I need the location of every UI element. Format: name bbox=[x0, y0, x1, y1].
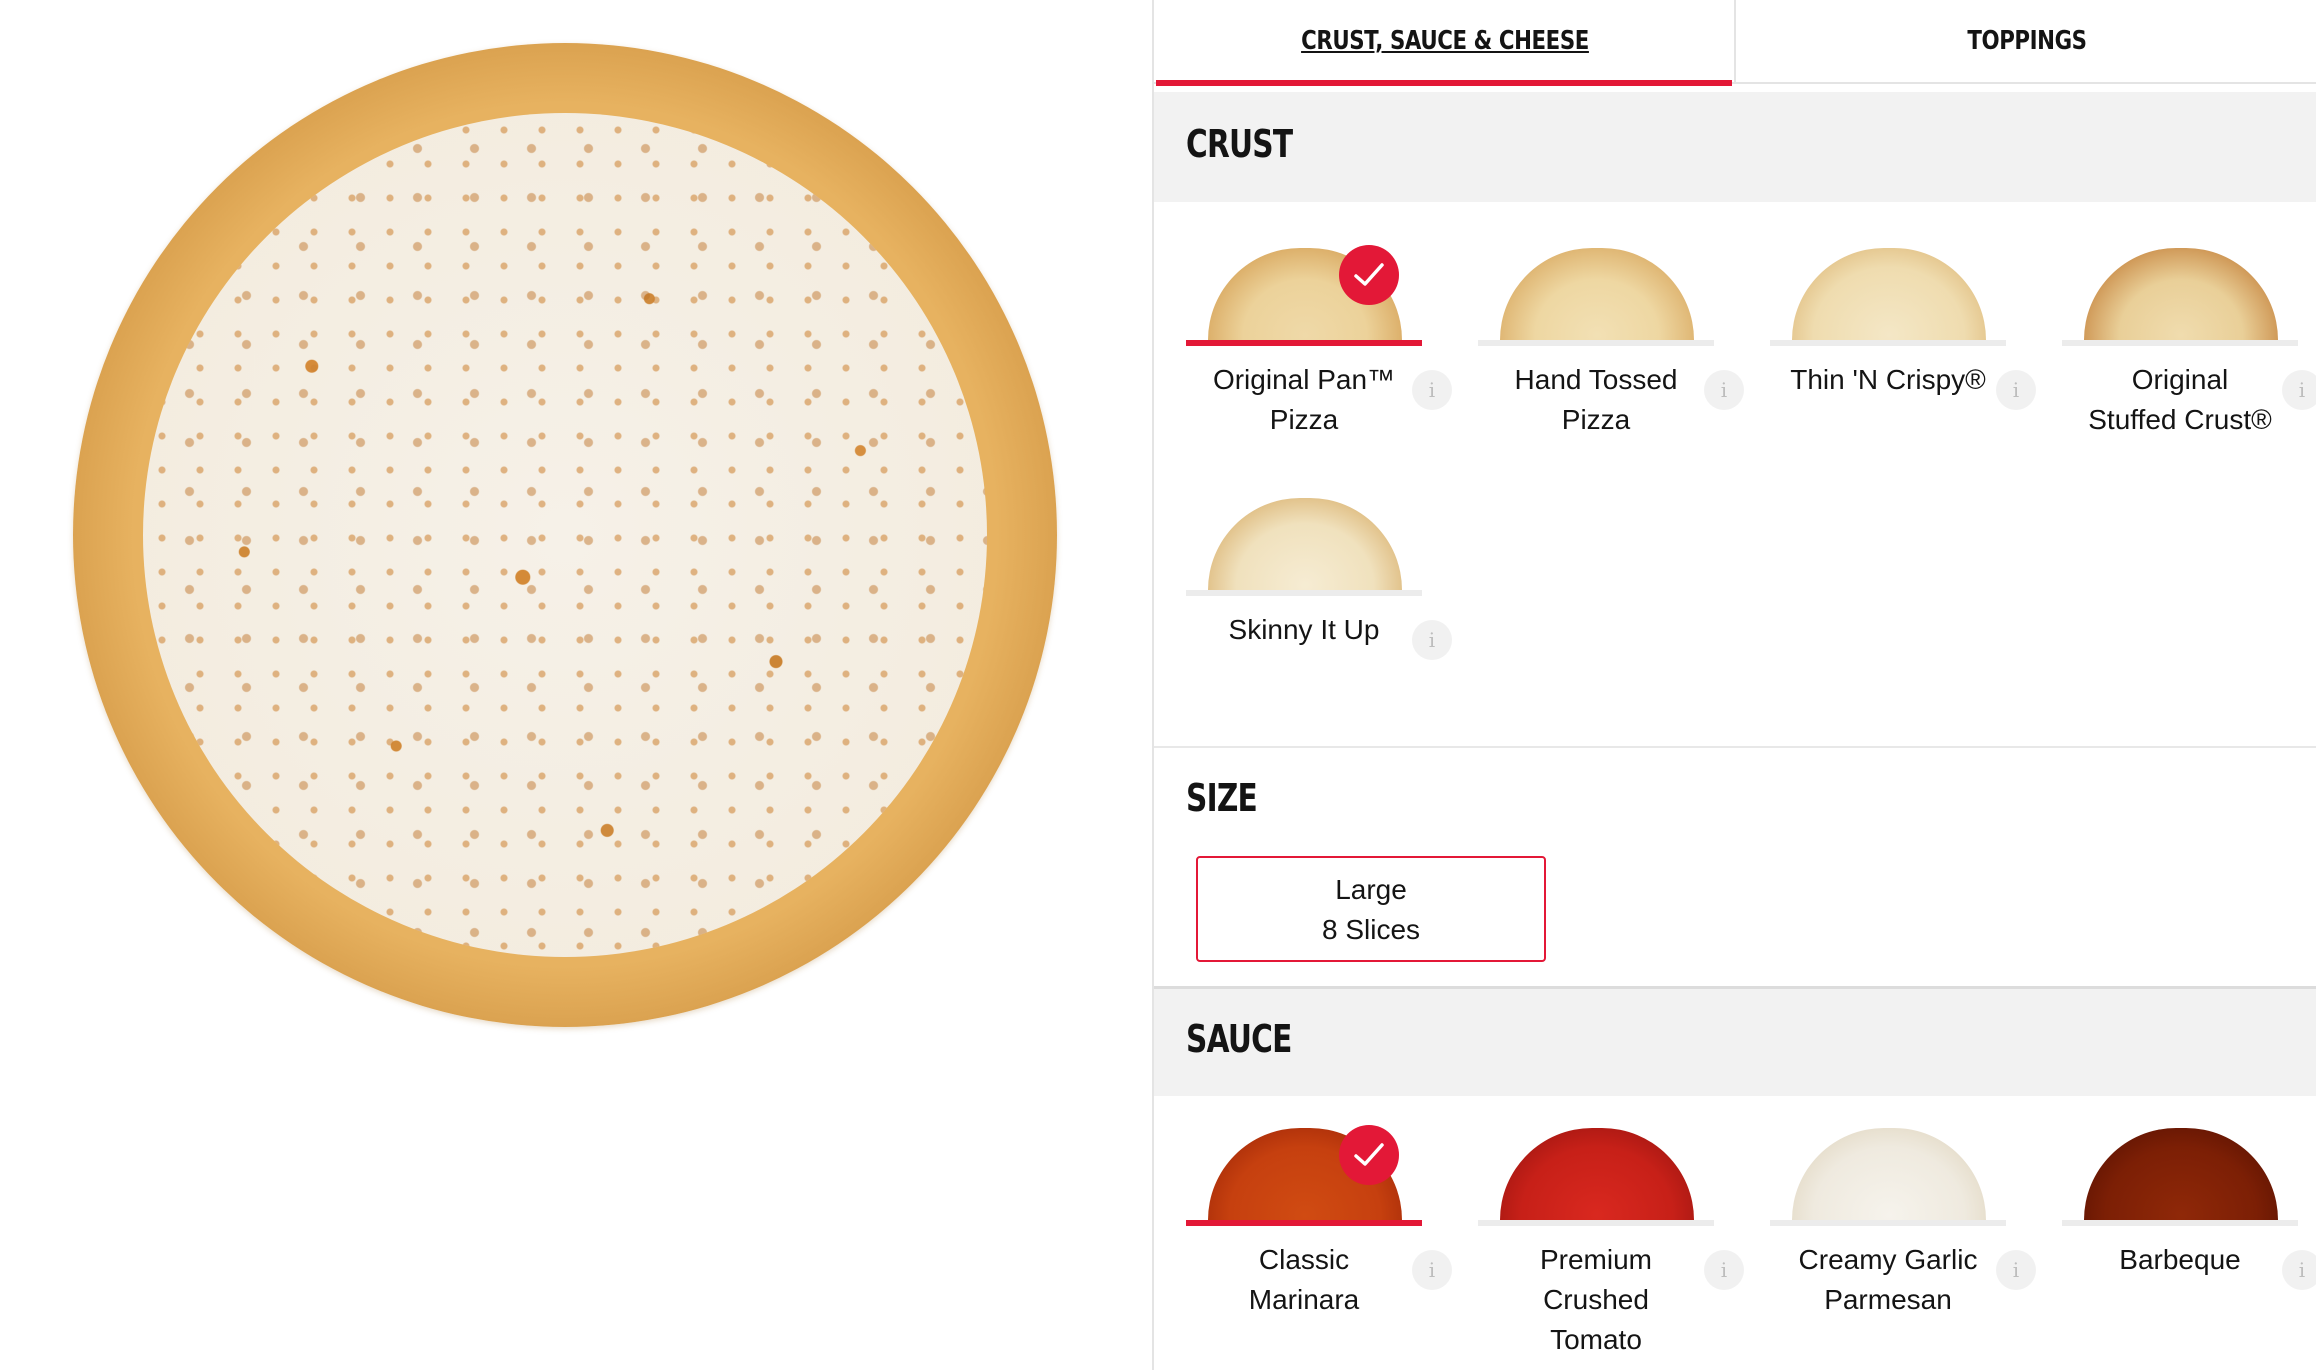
check-icon bbox=[1339, 1125, 1399, 1185]
check-icon bbox=[1339, 245, 1399, 305]
option-label-line1: Premium bbox=[1539, 1244, 1652, 1275]
option-label-line1: Thin 'N Crispy® bbox=[1790, 364, 1986, 395]
crust-image bbox=[1792, 248, 1986, 340]
option-label: Barbeque bbox=[2062, 1240, 2298, 1280]
sauce-image bbox=[1500, 1128, 1694, 1220]
option-label-line2: Crushed bbox=[1543, 1284, 1649, 1315]
size-name: Large bbox=[1335, 874, 1407, 905]
option-underline bbox=[1478, 1220, 1714, 1226]
builder-panel: CRUST, SAUCE & CHEESE TOPPINGS CRUST Ori… bbox=[1152, 0, 2316, 1370]
option-label-line2: Parmesan bbox=[1824, 1284, 1952, 1315]
option-label-line1: Hand Tossed bbox=[1514, 364, 1678, 395]
option-underline bbox=[2062, 1220, 2298, 1226]
crust-image bbox=[2084, 248, 2278, 340]
sauce-image bbox=[2084, 1128, 2278, 1220]
sauce-image bbox=[1792, 1128, 1986, 1220]
option-label: Premium Crushed Tomato bbox=[1478, 1240, 1714, 1360]
option-label-line1: Original Pan™ bbox=[1212, 364, 1396, 395]
option-underline bbox=[1478, 340, 1714, 346]
section-divider bbox=[1154, 746, 2316, 748]
tab-toppings[interactable]: TOPPINGS bbox=[1736, 0, 2316, 84]
info-icon[interactable]: i bbox=[2282, 1250, 2316, 1290]
size-slices: 8 Slices bbox=[1321, 914, 1421, 945]
sauce-section-header: SAUCE bbox=[1154, 986, 2316, 1096]
option-label: Classic Marinara bbox=[1186, 1240, 1422, 1320]
info-icon[interactable]: i bbox=[1704, 370, 1744, 410]
pizza-preview bbox=[0, 0, 1152, 1370]
option-label: Skinny It Up bbox=[1186, 610, 1422, 650]
option-label-line2: Stuffed Crust® bbox=[2088, 404, 2272, 435]
option-label-line2: Marinara bbox=[1248, 1284, 1360, 1315]
option-label-line2: Pizza bbox=[1561, 404, 1631, 435]
active-tab-indicator bbox=[1156, 80, 1732, 86]
size-option-large[interactable]: Large 8 Slices bbox=[1196, 856, 1546, 962]
option-label: Original Stuffed Crust® bbox=[2062, 360, 2298, 440]
crust-section-title: CRUST bbox=[1186, 122, 1293, 166]
option-underline bbox=[1770, 1220, 2006, 1226]
option-label: Creamy Garlic Parmesan bbox=[1770, 1240, 2006, 1320]
option-label: Hand Tossed Pizza bbox=[1478, 360, 1714, 440]
sauce-section-title: SAUCE bbox=[1186, 1017, 1292, 1061]
option-label-line1: Skinny It Up bbox=[1228, 614, 1380, 645]
pizza-image bbox=[73, 43, 1057, 1027]
info-icon[interactable]: i bbox=[1412, 370, 1452, 410]
info-icon[interactable]: i bbox=[1996, 1250, 2036, 1290]
crust-section-header: CRUST bbox=[1154, 92, 2316, 202]
tab-toppings-label[interactable]: TOPPINGS bbox=[1788, 0, 2265, 82]
option-underline bbox=[2062, 340, 2298, 346]
option-label-line1: Classic bbox=[1258, 1244, 1350, 1275]
tab-crust-sauce-cheese-label[interactable]: CRUST, SAUCE & CHEESE bbox=[1206, 0, 1683, 82]
option-label-line2: Pizza bbox=[1269, 404, 1339, 435]
info-icon[interactable]: i bbox=[2282, 370, 2316, 410]
selected-underline bbox=[1186, 1220, 1422, 1226]
size-section-title: SIZE bbox=[1186, 776, 1258, 820]
option-label: Thin 'N Crispy® bbox=[1770, 360, 2006, 400]
option-label: Original Pan™ Pizza bbox=[1186, 360, 1422, 440]
pizza-cheese-layer bbox=[143, 113, 987, 957]
option-label-line1: Creamy Garlic bbox=[1798, 1244, 1978, 1275]
option-label-line1: Barbeque bbox=[2119, 1244, 2241, 1275]
info-icon[interactable]: i bbox=[1412, 1250, 1452, 1290]
crust-image bbox=[1500, 248, 1694, 340]
option-label-line1: Original bbox=[2131, 364, 2229, 395]
option-label-line3: Tomato bbox=[1550, 1324, 1642, 1355]
info-icon[interactable]: i bbox=[1996, 370, 2036, 410]
crust-image bbox=[1208, 498, 1402, 590]
info-icon[interactable]: i bbox=[1412, 620, 1452, 660]
tab-crust-sauce-cheese[interactable]: CRUST, SAUCE & CHEESE bbox=[1154, 0, 1736, 86]
option-underline bbox=[1770, 340, 2006, 346]
option-underline bbox=[1186, 590, 1422, 596]
tab-bar: CRUST, SAUCE & CHEESE TOPPINGS bbox=[1154, 0, 2316, 86]
info-icon[interactable]: i bbox=[1704, 1250, 1744, 1290]
selected-underline bbox=[1186, 340, 1422, 346]
